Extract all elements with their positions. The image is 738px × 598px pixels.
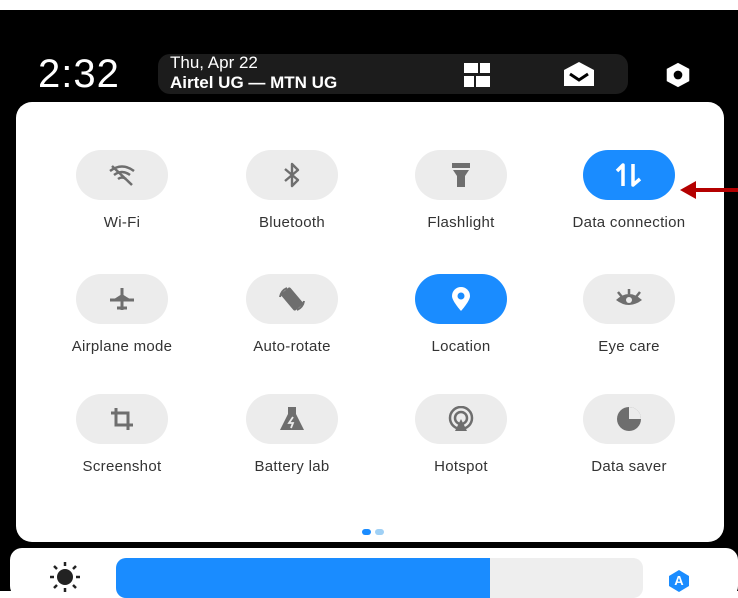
tile-label: Eye care bbox=[598, 338, 660, 355]
clock: 2:32 bbox=[38, 52, 120, 96]
tile-label: Bluetooth bbox=[258, 214, 326, 231]
status-bar: 2:32 Thu, Apr 22 Airtel UG — MTN UG bbox=[0, 10, 738, 104]
crop-icon bbox=[111, 408, 133, 430]
hotspot-icon bbox=[448, 406, 474, 431]
flashlight-tile-button[interactable] bbox=[415, 150, 507, 200]
tile-battery-lab[interactable]: Battery lab bbox=[212, 394, 372, 475]
quick-settings-panel: Wi-Fi Bluetooth Flashlight Data connecti… bbox=[16, 102, 724, 542]
tile-bluetooth[interactable]: Bluetooth bbox=[212, 150, 372, 231]
tile-label: Flashlight bbox=[427, 214, 495, 231]
annotation-arrow-icon bbox=[680, 181, 738, 199]
tile-label: Airplane mode bbox=[71, 338, 173, 355]
data-saver-icon bbox=[617, 407, 641, 431]
airplane-icon bbox=[110, 288, 134, 310]
flask-icon bbox=[280, 407, 304, 430]
tile-hotspot[interactable]: Hotspot bbox=[381, 394, 541, 475]
tile-wifi[interactable]: Wi-Fi bbox=[42, 150, 202, 231]
datasaver-tile-button[interactable] bbox=[583, 394, 675, 444]
tile-label: Battery lab bbox=[254, 458, 330, 475]
page-indicator bbox=[362, 522, 388, 540]
eye-icon bbox=[616, 289, 642, 305]
date-text: Thu, Apr 22 bbox=[170, 53, 258, 72]
tile-label: Hotspot bbox=[434, 458, 488, 475]
flashlight-icon bbox=[452, 163, 470, 187]
auto-brightness-button[interactable]: A bbox=[668, 570, 690, 592]
tile-label: Auto-rotate bbox=[253, 338, 331, 355]
wifi-off-icon bbox=[109, 165, 135, 186]
rotate-icon bbox=[279, 287, 305, 311]
page-dot-active[interactable] bbox=[362, 529, 371, 535]
bluetooth-tile-button[interactable] bbox=[246, 150, 338, 200]
tile-auto-rotate[interactable]: Auto-rotate bbox=[212, 274, 372, 355]
tile-flashlight[interactable]: Flashlight bbox=[381, 150, 541, 231]
autorotate-tile-button[interactable] bbox=[246, 274, 338, 324]
inbox-icon[interactable] bbox=[560, 62, 598, 88]
airplane-tile-button[interactable] bbox=[76, 274, 168, 324]
hotspot-tile-button[interactable] bbox=[415, 394, 507, 444]
tile-screenshot[interactable]: Screenshot bbox=[42, 394, 202, 475]
brightness-sun-icon bbox=[50, 562, 80, 592]
tile-airplane-mode[interactable]: Airplane mode bbox=[42, 274, 202, 355]
carrier-text: Airtel UG — MTN UG bbox=[170, 73, 338, 92]
phone-screen: 2:32 Thu, Apr 22 Airtel UG — MTN UG Wi-F… bbox=[0, 10, 738, 598]
tile-label: Location bbox=[431, 338, 491, 355]
batterylab-tile-button[interactable] bbox=[246, 394, 338, 444]
location-pin-icon bbox=[452, 287, 470, 311]
tile-label: Data saver bbox=[591, 458, 667, 475]
grid-icon[interactable] bbox=[464, 62, 490, 88]
brightness-slider-fill bbox=[116, 558, 491, 598]
bluetooth-icon bbox=[284, 162, 300, 188]
wifi-tile-button[interactable] bbox=[76, 150, 168, 200]
brightness-slider[interactable] bbox=[116, 558, 643, 598]
tile-label: Screenshot bbox=[82, 458, 162, 475]
tile-location[interactable]: Location bbox=[381, 274, 541, 355]
data-arrows-icon bbox=[615, 163, 642, 187]
data-tile-button[interactable] bbox=[583, 150, 675, 200]
tile-eye-care[interactable]: Eye care bbox=[549, 274, 709, 355]
tile-label: Wi-Fi bbox=[103, 214, 141, 231]
eyecare-tile-button[interactable] bbox=[583, 274, 675, 324]
screenshot-tile-button[interactable] bbox=[76, 394, 168, 444]
settings-gear-icon[interactable] bbox=[660, 62, 696, 88]
tile-label: Data connection bbox=[572, 214, 686, 231]
page-dot[interactable] bbox=[375, 529, 384, 535]
auto-brightness-label: A bbox=[674, 573, 684, 588]
location-tile-button[interactable] bbox=[415, 274, 507, 324]
tile-data-saver[interactable]: Data saver bbox=[549, 394, 709, 475]
